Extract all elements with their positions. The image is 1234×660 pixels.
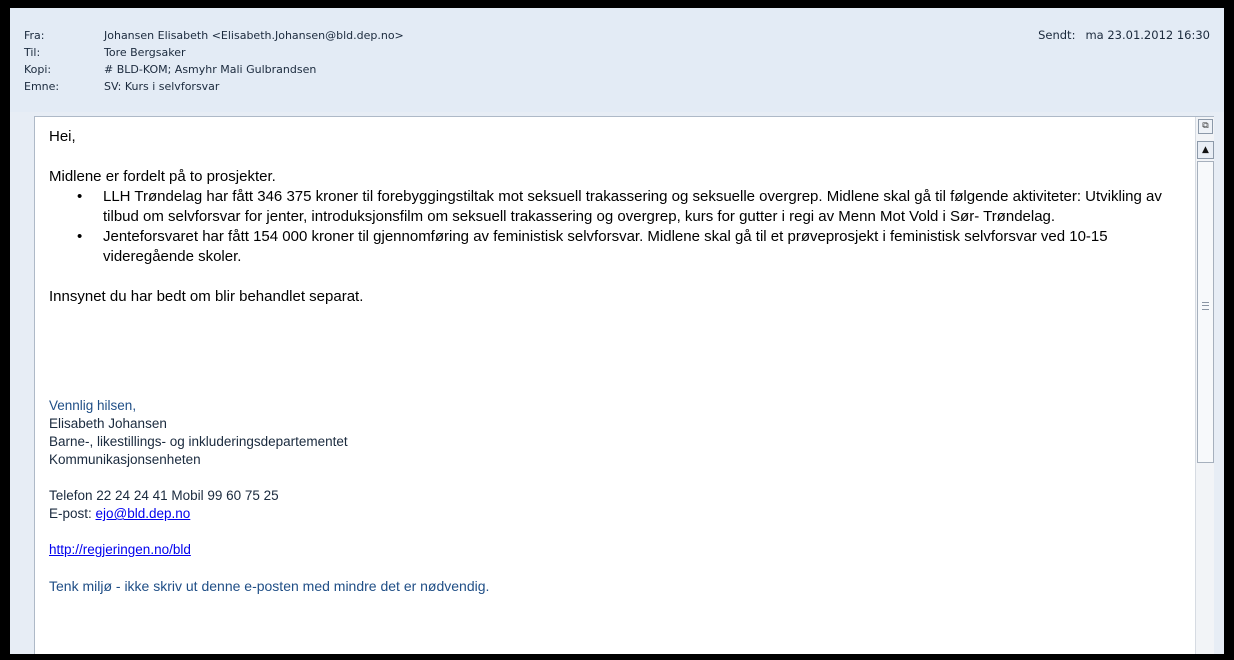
split-icon[interactable]: ⧉ [1198,119,1213,134]
message-body-pane[interactable]: Hei, Midlene er fordelt på to prosjekter… [34,116,1214,654]
bullet-list: • LLH Trøndelag har fått 346 375 kroner … [49,187,1174,267]
signature-department: Barne-, likestillings- og inkluderingsde… [49,434,348,449]
signature-greeting: Vennlig hilsen, [49,398,137,413]
to-value[interactable]: Tore Bergsaker [104,45,186,60]
signature-email-row: E-post: ejo@bld.dep.no [49,505,489,523]
message-header: Fra: Johansen Elisabeth <Elisabeth.Johan… [10,8,1224,112]
vertical-scrollbar[interactable]: ⧉ ▲ [1195,117,1214,654]
intro-text: Midlene er fordelt på to prosjekter. [49,168,276,185]
bullet-icon: • [77,228,83,245]
from-value[interactable]: Johansen Elisabeth <Elisabeth.Johansen@b… [104,28,404,43]
signature-unit: Kommunikasjonsenheten [49,452,201,467]
message-body: Hei, Midlene er fordelt på to prosjekter… [49,127,1174,307]
cc-label: Kopi: [24,63,52,76]
sent-label: Sendt: [1038,28,1076,42]
subject-label: Emne: [24,80,60,93]
signature-block: Vennlig hilsen, Elisabeth Johansen Barne… [49,397,489,595]
email-prefix: E-post: [49,506,96,521]
greeting-text: Hei, [49,128,76,145]
sent-value: ma 23.01.2012 16:30 [1085,28,1210,42]
signature-name: Elisabeth Johansen [49,416,167,431]
signature-phone: Telefon 22 24 24 41 Mobil 99 60 75 25 [49,488,279,503]
list-item: • LLH Trøndelag har fått 346 375 kroner … [77,187,1174,227]
list-item-text: Jenteforsvaret har fått 154 000 kroner t… [103,228,1108,265]
email-link[interactable]: ejo@bld.dep.no [96,506,191,521]
grip-icon [1202,302,1209,310]
cc-value[interactable]: # BLD-KOM; Asmyhr Mali Gulbrandsen [104,62,316,77]
scrollbar-thumb[interactable] [1197,161,1214,463]
list-item-text: LLH Trøndelag har fått 346 375 kroner ti… [103,188,1162,225]
website-link[interactable]: http://regjeringen.no/bld [49,542,191,557]
closing-text: Innsynet du har bedt om blir behandlet s… [49,288,364,305]
subject-value: SV: Kurs i selvforsvar [104,80,220,93]
list-item: • Jenteforsvaret har fått 154 000 kroner… [77,227,1174,267]
environment-footer: Tenk miljø - ikke skriv ut denne e-poste… [49,578,490,594]
website-row: http://regjeringen.no/bld [49,541,489,559]
from-label: Fra: [24,29,45,42]
scroll-up-icon[interactable]: ▲ [1197,141,1214,159]
sent-info: Sendt: ma 23.01.2012 16:30 [1038,28,1210,42]
bullet-icon: • [77,188,83,205]
email-window: Fra: Johansen Elisabeth <Elisabeth.Johan… [0,0,1234,660]
to-label: Til: [24,46,41,59]
